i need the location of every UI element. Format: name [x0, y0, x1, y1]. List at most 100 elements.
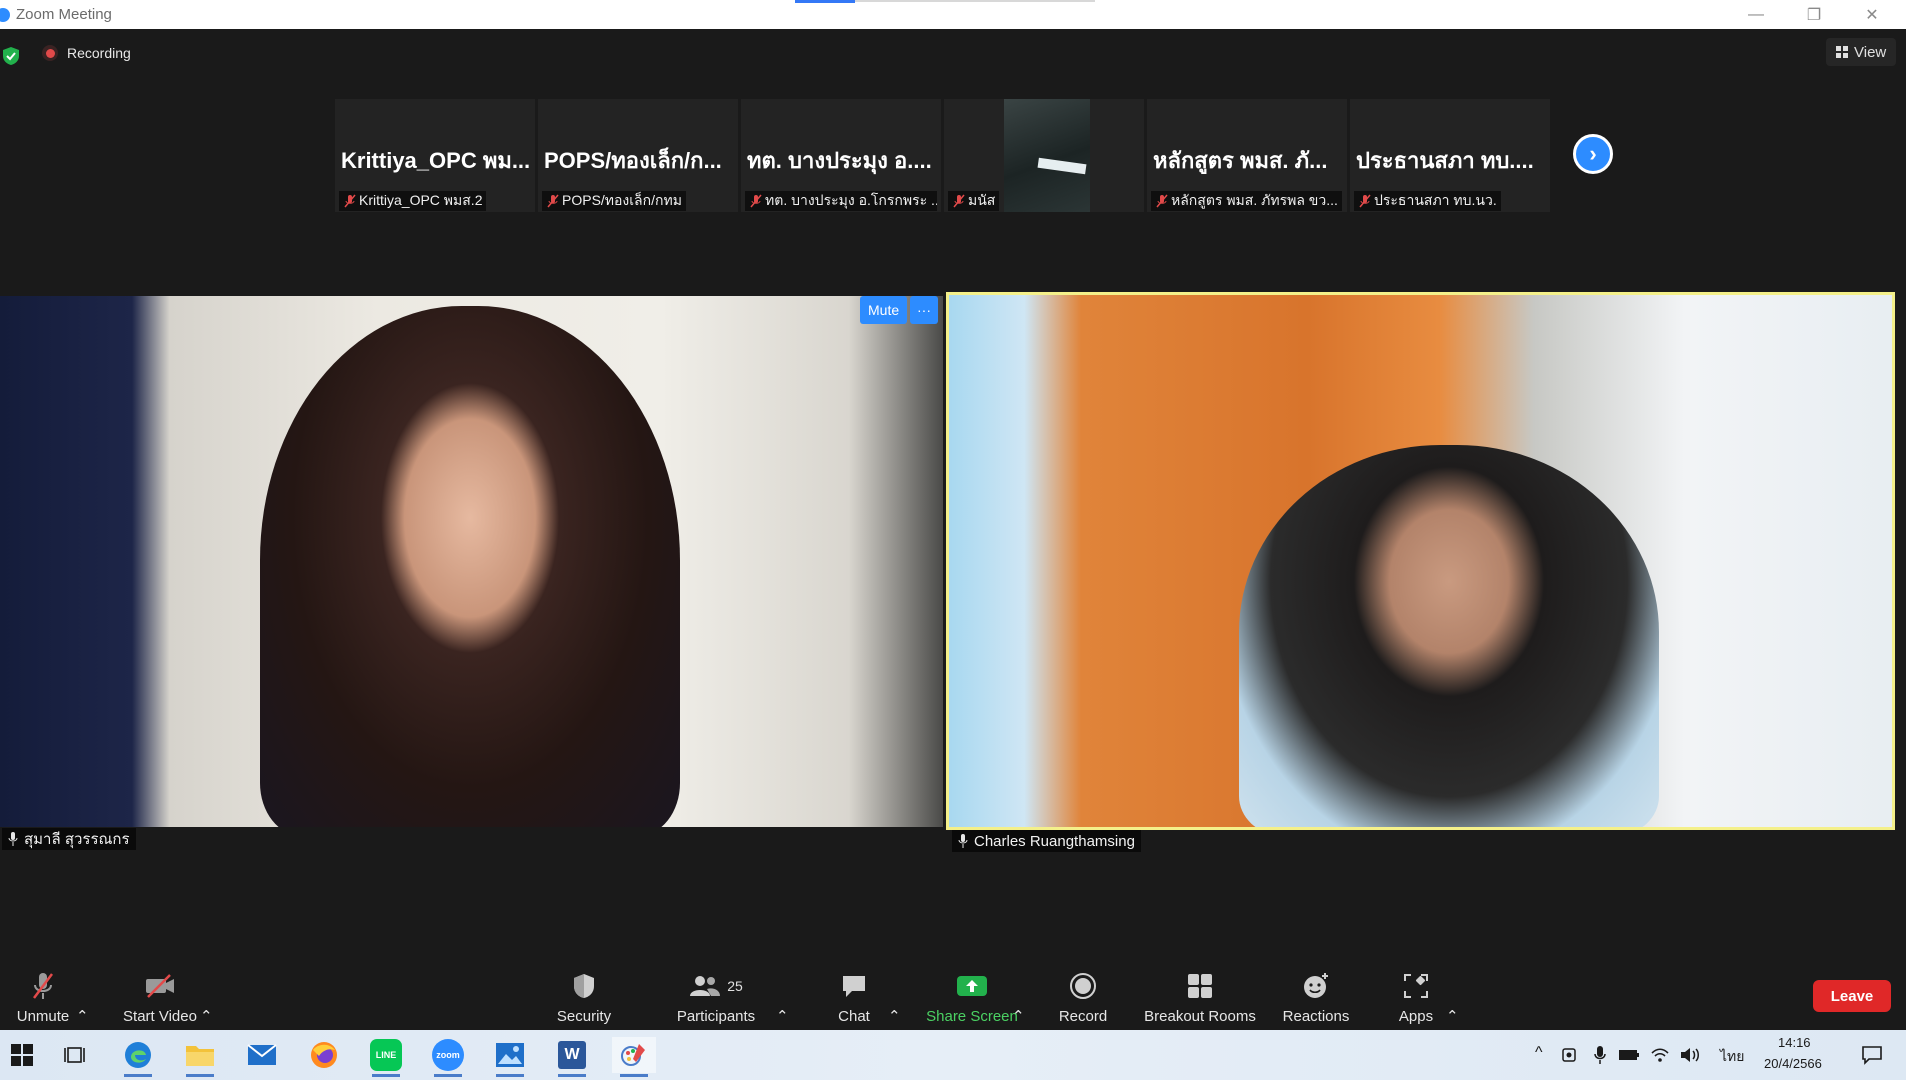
- tray-wifi[interactable]: [1646, 1037, 1674, 1073]
- windows-taskbar: LINE zoom W ^ ไทย 14:16 20/4/2566: [0, 1030, 1906, 1080]
- share-screen-button[interactable]: Share Screen: [924, 963, 1020, 1025]
- participant-thumbnail[interactable]: ทต. บางประมุง อ.... ทต. บางประมุง อ.โกรก…: [741, 99, 941, 212]
- unmute-button[interactable]: Unmute: [12, 963, 74, 1025]
- shield-check-icon[interactable]: [3, 47, 19, 65]
- participant-thumbnail-video[interactable]: มนัส: [944, 99, 1144, 212]
- minimize-icon: —: [1748, 5, 1764, 23]
- taskbar-running-indicator: [372, 1074, 400, 1077]
- participant-name-tag: Charles Ruangthamsing: [952, 830, 1141, 852]
- video-tile-left[interactable]: [0, 296, 943, 827]
- security-label: Security: [556, 1008, 612, 1025]
- tray-microphone[interactable]: [1586, 1037, 1614, 1073]
- taskbar-file-explorer[interactable]: [178, 1037, 222, 1077]
- thumbnail-name-tag: POPS/ทองเล็ก/กทม: [542, 191, 686, 211]
- thumbnail-name: ประธานสภา ทบ.นว.: [1374, 192, 1497, 208]
- share-options-caret[interactable]: ⌃: [1012, 963, 1025, 1025]
- battery-icon: [1619, 1050, 1639, 1060]
- taskbar-line[interactable]: LINE: [364, 1037, 408, 1077]
- taskbar-mail[interactable]: [240, 1037, 284, 1073]
- minimize-button[interactable]: —: [1728, 0, 1784, 29]
- thumbnail-name: หลักสูตร พมส. ภัทรพล ขว...: [1171, 192, 1338, 208]
- apps-button[interactable]: Apps: [1396, 963, 1436, 1025]
- view-label: View: [1854, 43, 1887, 61]
- edge-browser-icon: [125, 1042, 151, 1068]
- participant-name-tag: สุมาลี สุวรรณกร: [2, 828, 136, 850]
- shield-icon: [568, 970, 600, 1002]
- recording-dot-icon: [42, 45, 58, 61]
- participant-video-feed: [1239, 445, 1659, 827]
- firefox-icon: [311, 1042, 337, 1068]
- taskbar-running-indicator: [496, 1074, 524, 1077]
- breakout-rooms-label: Breakout Rooms: [1144, 1008, 1256, 1025]
- next-page-button[interactable]: ›: [1573, 134, 1613, 174]
- reactions-button[interactable]: Reactions: [1282, 963, 1350, 1025]
- record-label: Record: [1058, 1008, 1108, 1025]
- more-options-button[interactable]: ···: [910, 296, 938, 324]
- chat-options-caret[interactable]: ⌃: [888, 963, 901, 1025]
- notifications-icon: [1862, 1046, 1882, 1065]
- tray-meet-now[interactable]: [1556, 1037, 1584, 1073]
- clock-date[interactable]: 20/4/2566: [1764, 1056, 1822, 1071]
- mute-participant-button[interactable]: Mute: [860, 296, 908, 324]
- chat-label: Chat: [838, 1008, 870, 1025]
- taskbar-edge[interactable]: [116, 1037, 160, 1077]
- security-button[interactable]: Security: [552, 963, 616, 1025]
- taskbar-running-indicator: [620, 1074, 648, 1077]
- restore-icon: ❐: [1806, 6, 1822, 24]
- record-button[interactable]: Record: [1058, 963, 1108, 1025]
- participants-button[interactable]: 25 Participants: [674, 963, 758, 1025]
- tray-volume[interactable]: [1676, 1037, 1704, 1073]
- tray-battery[interactable]: [1614, 1037, 1644, 1073]
- participant-name: สุมาลี สุวรรณกร: [24, 831, 130, 848]
- input-language-indicator[interactable]: ไทย: [1720, 1046, 1744, 1068]
- chat-button[interactable]: Chat: [824, 963, 884, 1025]
- video-tile-active-speaker[interactable]: [946, 292, 1895, 830]
- taskbar-photos[interactable]: [488, 1037, 532, 1077]
- taskbar-firefox[interactable]: [302, 1037, 346, 1073]
- taskbar-running-indicator: [124, 1074, 152, 1077]
- participant-video-feed: [260, 306, 680, 827]
- mic-muted-icon: [27, 970, 59, 1002]
- start-video-button[interactable]: Start Video: [120, 963, 200, 1025]
- record-icon: [1067, 970, 1099, 1002]
- thumbnail-name: Krittiya_OPC พมส.2: [359, 192, 483, 208]
- task-view-button[interactable]: [54, 1037, 98, 1073]
- mic-muted-icon: [1156, 194, 1168, 208]
- view-button[interactable]: View: [1826, 38, 1897, 66]
- participant-thumbnail[interactable]: ประธานสภา ทบ.... ประธานสภา ทบ.นว.: [1350, 99, 1550, 212]
- chevron-right-icon: ›: [1589, 141, 1597, 166]
- line-app-icon: LINE: [370, 1039, 402, 1071]
- taskbar-word[interactable]: W: [550, 1037, 594, 1077]
- thumbnail-display-name: ทต. บางประมุง อ....: [747, 148, 932, 173]
- task-view-icon: [64, 1047, 85, 1063]
- participant-thumbnail[interactable]: Krittiya_OPC พม... Krittiya_OPC พมส.2: [335, 99, 535, 212]
- windows-logo-icon: [11, 1044, 33, 1066]
- title-bar: Zoom Meeting — ❐ ✕: [0, 0, 1906, 29]
- thumbnail-name: มนัส: [968, 192, 996, 208]
- tray-overflow-chevron[interactable]: ^: [1535, 1044, 1543, 1062]
- start-button[interactable]: [0, 1037, 44, 1073]
- wifi-icon: [1651, 1048, 1669, 1062]
- thumbnail-name: POPS/ทองเล็ก/กทม: [562, 192, 682, 208]
- clock-time[interactable]: 14:16: [1778, 1035, 1811, 1050]
- recording-label: Recording: [67, 45, 131, 61]
- participant-thumbnail[interactable]: หลักสูตร พมส. ภั... หลักสูตร พมส. ภัทรพล…: [1147, 99, 1347, 212]
- close-button[interactable]: ✕: [1844, 0, 1900, 29]
- video-options-caret[interactable]: ⌃: [200, 963, 213, 1025]
- taskbar-paint-active[interactable]: [612, 1037, 656, 1077]
- participant-video-feed: [1004, 99, 1090, 212]
- taskbar-zoom[interactable]: zoom: [426, 1037, 470, 1077]
- mic-muted-icon: [750, 194, 762, 208]
- action-center-button[interactable]: [1852, 1037, 1892, 1073]
- zoom-app-icon: [0, 7, 10, 22]
- audio-options-caret[interactable]: ⌃: [76, 963, 89, 1025]
- participants-options-caret[interactable]: ⌃: [776, 963, 789, 1025]
- participant-thumbnail[interactable]: POPS/ทองเล็ก/ก... POPS/ทองเล็ก/กทม: [538, 99, 738, 212]
- leave-button[interactable]: Leave: [1813, 980, 1891, 1012]
- apps-options-caret[interactable]: ⌃: [1446, 963, 1459, 1025]
- microphone-tray-icon: [1594, 1046, 1606, 1064]
- recording-indicator[interactable]: Recording: [42, 45, 131, 61]
- maximize-button[interactable]: ❐: [1786, 0, 1842, 29]
- breakout-rooms-button[interactable]: Breakout Rooms: [1142, 963, 1258, 1025]
- taskbar-running-indicator: [558, 1074, 586, 1077]
